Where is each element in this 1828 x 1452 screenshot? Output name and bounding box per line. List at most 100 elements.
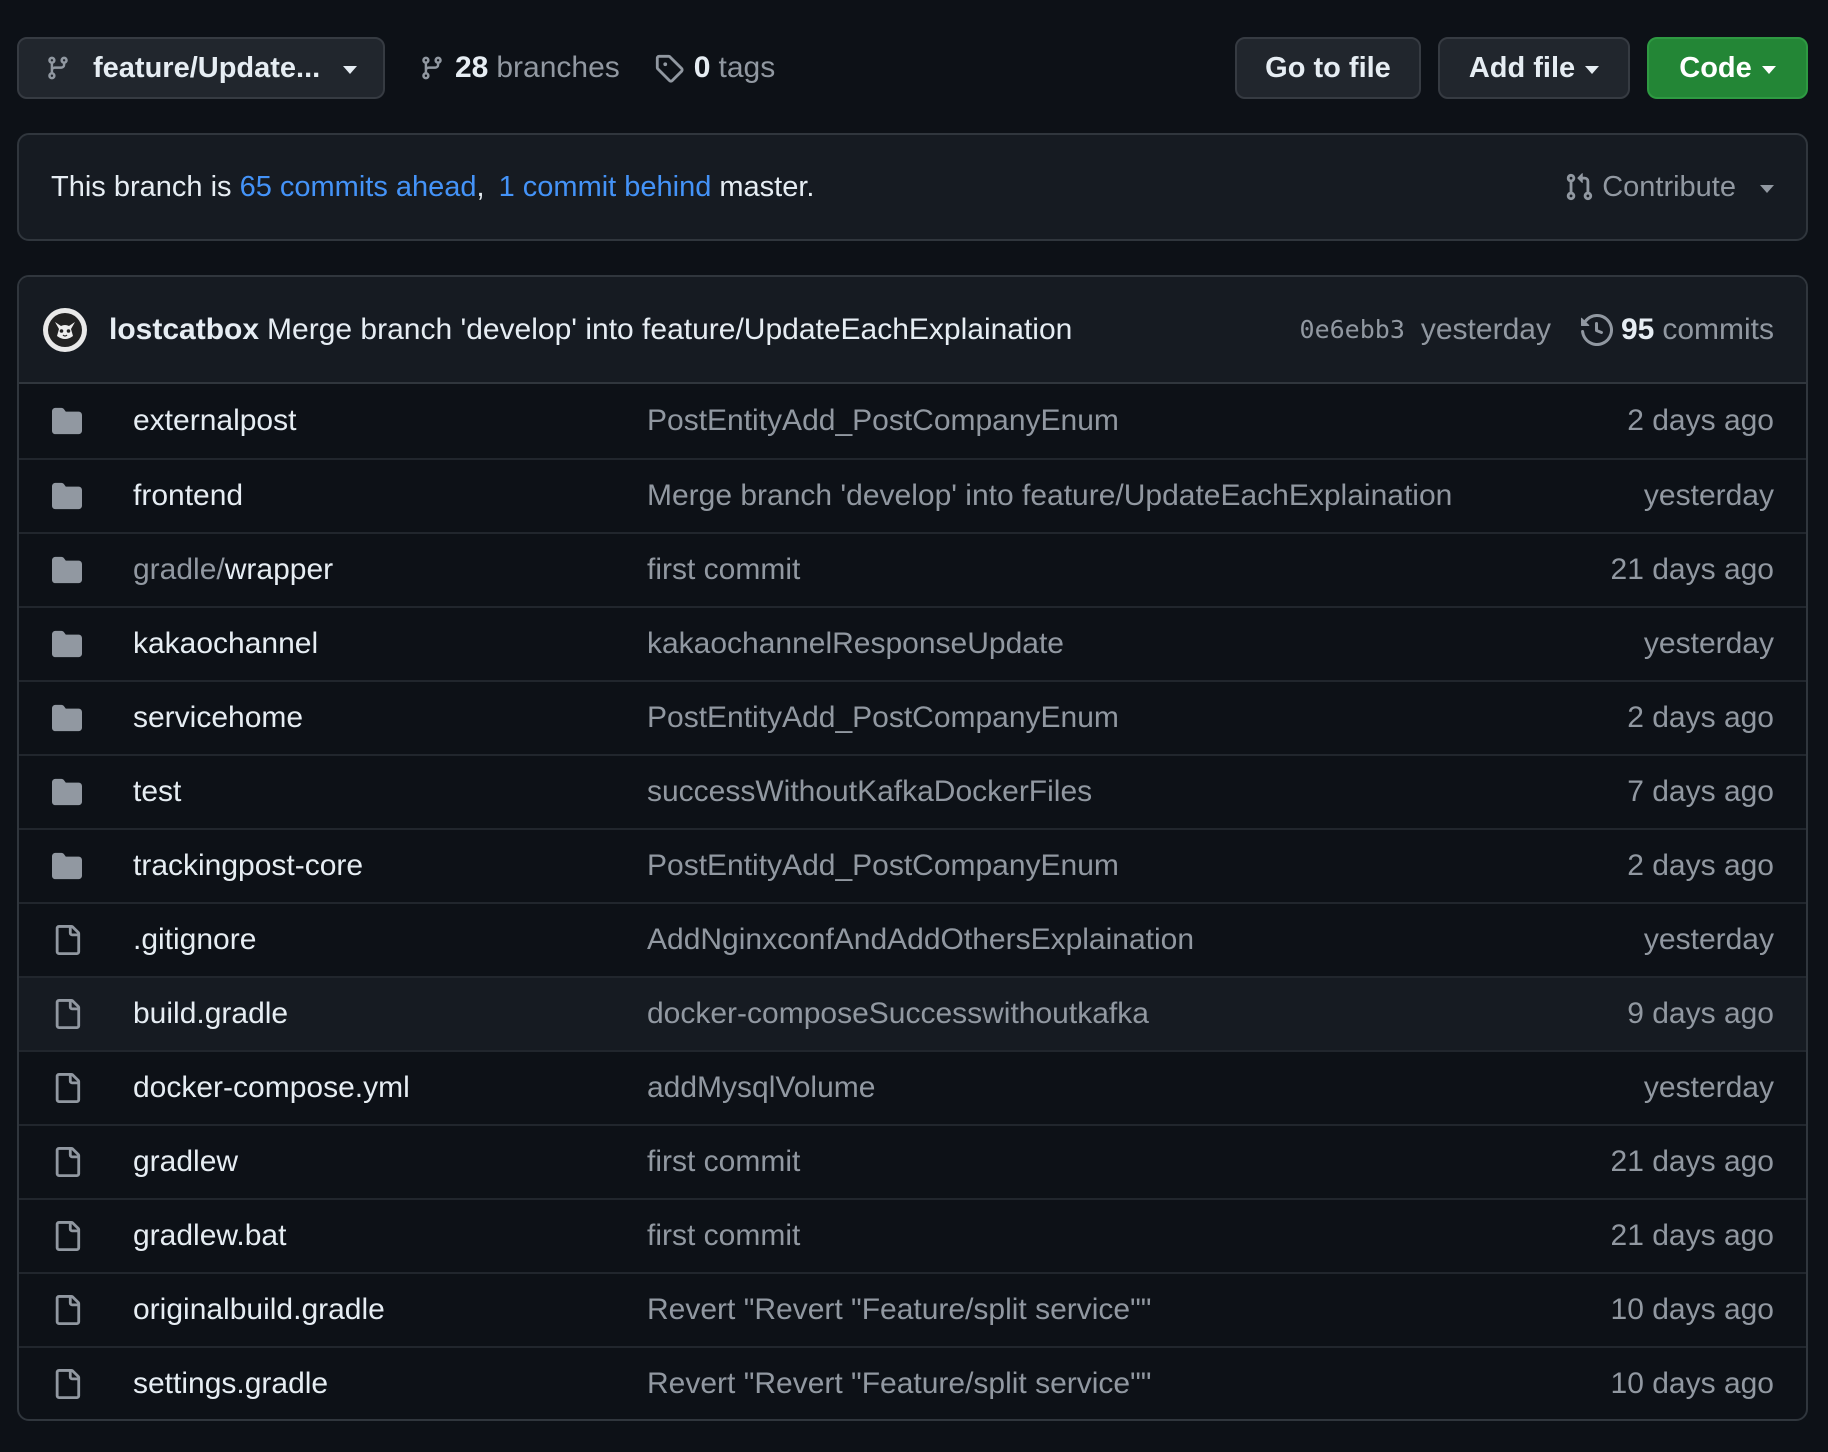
commits-history-link[interactable]: 95 commits — [1580, 312, 1774, 347]
branch-status-prefix: This branch is — [51, 170, 240, 203]
file-row[interactable]: test successWithoutKafkaDockerFiles 7 da… — [19, 754, 1806, 828]
file-commit-message-link[interactable]: first commit — [647, 1145, 1611, 1179]
file-row[interactable]: gradlew first commit 21 days ago — [19, 1124, 1806, 1198]
file-name-link[interactable]: .gitignore — [133, 923, 647, 957]
file-row[interactable]: originalbuild.gradle Revert "Revert "Fea… — [19, 1272, 1806, 1346]
file-age: yesterday — [1643, 479, 1774, 512]
file-name-link[interactable]: docker-compose.yml — [133, 1071, 647, 1105]
file-name: gradlew — [133, 1145, 239, 1178]
file-name-link[interactable]: settings.gradle — [133, 1367, 647, 1401]
avatar[interactable] — [43, 307, 87, 352]
file-commit-message-link[interactable]: PostEntityAdd_PostCompanyEnum — [647, 701, 1627, 735]
file-icon — [49, 1294, 85, 1326]
file-commit-message-link[interactable]: Revert "Revert "Feature/split service"" — [647, 1367, 1611, 1401]
file-name: servicehome — [133, 701, 304, 734]
file-commit-message-link[interactable]: AddNginxconfAndAddOthersExplaination — [647, 923, 1644, 957]
commit-sha-link[interactable]: 0e6ebb3 — [1300, 315, 1405, 344]
file-name-link[interactable]: trackingpost-core — [133, 849, 647, 883]
file-name-link[interactable]: servicehome — [133, 701, 647, 735]
add-file-button[interactable]: Add file — [1438, 37, 1630, 99]
file-commit-message-link[interactable]: Revert "Revert "Feature/split service"" — [647, 1293, 1611, 1327]
file-age: 21 days ago — [1610, 553, 1774, 586]
file-name-link[interactable]: build.gradle — [133, 997, 647, 1031]
contribute-dropdown[interactable]: Contribute — [1564, 171, 1774, 204]
branch-status-suffix: master. — [719, 170, 815, 203]
history-icon — [1580, 313, 1613, 346]
add-file-label: Add file — [1468, 51, 1576, 84]
contribute-label: Contribute — [1602, 170, 1736, 203]
folder-icon — [49, 703, 85, 733]
tags-count: 0 — [693, 51, 711, 84]
file-row[interactable]: build.gradle docker-composeSuccesswithou… — [19, 976, 1806, 1050]
file-commit-message-link[interactable]: first commit — [647, 553, 1611, 587]
latest-commit-bar: lostcatbox Merge branch 'develop' into f… — [19, 277, 1806, 384]
branch-name: feature/Update... — [93, 51, 321, 84]
folder-icon — [49, 481, 85, 511]
file-commit-message-link[interactable]: PostEntityAdd_PostCompanyEnum — [647, 404, 1627, 438]
chevron-down-icon — [1760, 184, 1774, 193]
file-name-link[interactable]: test — [133, 775, 647, 809]
file-row[interactable]: servicehome PostEntityAdd_PostCompanyEnu… — [19, 680, 1806, 754]
file-icon — [49, 1220, 85, 1252]
go-to-file-button[interactable]: Go to file — [1235, 37, 1421, 99]
file-name: test — [133, 775, 182, 808]
file-name-link[interactable]: externalpost — [133, 404, 647, 438]
file-row[interactable]: gradle/wrapper first commit 21 days ago — [19, 532, 1806, 606]
file-commit-message-link[interactable]: Merge branch 'develop' into feature/Upda… — [647, 479, 1644, 513]
file-name: wrapper — [224, 553, 334, 586]
commits-label: commits — [1662, 312, 1774, 346]
commit-message-link[interactable]: Merge branch 'develop' into feature/Upda… — [267, 313, 1072, 347]
file-icon — [49, 1072, 85, 1104]
file-row[interactable]: frontend Merge branch 'develop' into fea… — [19, 458, 1806, 532]
file-commit-message-link[interactable]: kakaochannelResponseUpdate — [647, 627, 1644, 661]
file-icon — [49, 1368, 85, 1400]
file-row[interactable]: .gitignore AddNginxconfAndAddOthersExpla… — [19, 902, 1806, 976]
file-commit-message-link[interactable]: successWithoutKafkaDockerFiles — [647, 775, 1627, 809]
file-name-link[interactable]: frontend — [133, 479, 647, 513]
file-row[interactable]: kakaochannel kakaochannelResponseUpdate … — [19, 606, 1806, 680]
file-name-link[interactable]: gradlew.bat — [133, 1219, 647, 1253]
commit-author-link[interactable]: lostcatbox — [109, 313, 259, 347]
repo-page: feature/Update... 28 branches 0 tags Go … — [0, 0, 1828, 1452]
file-name-link[interactable]: gradle/wrapper — [133, 553, 647, 587]
file-name: settings.gradle — [133, 1367, 329, 1400]
commits-behind-link[interactable]: 1 commit behind — [499, 171, 712, 204]
tags-link[interactable]: 0 tags — [654, 51, 775, 85]
file-row[interactable]: gradlew.bat first commit 21 days ago — [19, 1198, 1806, 1272]
file-name: originalbuild.gradle — [133, 1293, 385, 1326]
file-commit-message-link[interactable]: addMysqlVolume — [647, 1071, 1644, 1105]
branch-status-separator: , — [476, 170, 485, 203]
file-row[interactable]: trackingpost-core PostEntityAdd_PostComp… — [19, 828, 1806, 902]
branch-selector-button[interactable]: feature/Update... — [17, 37, 385, 99]
file-name: frontend — [133, 479, 244, 512]
file-name: build.gradle — [133, 997, 289, 1030]
branch-status-bar: This branch is 65 commits ahead , 1 comm… — [17, 133, 1808, 241]
repo-toolbar: feature/Update... 28 branches 0 tags Go … — [17, 36, 1808, 100]
file-row[interactable]: settings.gradle Revert "Revert "Feature/… — [19, 1346, 1806, 1419]
file-name: kakaochannel — [133, 627, 319, 660]
tags-label: tags — [718, 51, 776, 84]
commit-time: yesterday — [1420, 312, 1551, 346]
file-name-link[interactable]: kakaochannel — [133, 627, 647, 661]
file-row[interactable]: externalpost PostEntityAdd_PostCompanyEn… — [19, 384, 1806, 458]
commits-ahead-link[interactable]: 65 commits ahead — [240, 171, 477, 204]
file-name-link[interactable]: originalbuild.gradle — [133, 1293, 647, 1327]
file-age: 2 days ago — [1627, 701, 1774, 734]
file-row[interactable]: docker-compose.yml addMysqlVolume yester… — [19, 1050, 1806, 1124]
file-age: 21 days ago — [1610, 1219, 1774, 1252]
branches-count: 28 — [455, 51, 489, 84]
go-to-file-label: Go to file — [1265, 51, 1391, 84]
file-age: yesterday — [1643, 923, 1774, 956]
code-button[interactable]: Code — [1647, 37, 1808, 99]
file-commit-message-link[interactable]: first commit — [647, 1219, 1611, 1253]
file-icon — [49, 998, 85, 1030]
chevron-down-icon — [1761, 65, 1776, 74]
branches-link[interactable]: 28 branches — [419, 51, 620, 85]
code-label: Code — [1679, 51, 1752, 84]
file-age: 10 days ago — [1610, 1293, 1774, 1326]
file-age: yesterday — [1643, 1071, 1774, 1104]
file-commit-message-link[interactable]: docker-composeSuccesswithoutkafka — [647, 997, 1627, 1031]
file-name-link[interactable]: gradlew — [133, 1145, 647, 1179]
file-commit-message-link[interactable]: PostEntityAdd_PostCompanyEnum — [647, 849, 1627, 883]
file-age: 7 days ago — [1627, 775, 1774, 808]
